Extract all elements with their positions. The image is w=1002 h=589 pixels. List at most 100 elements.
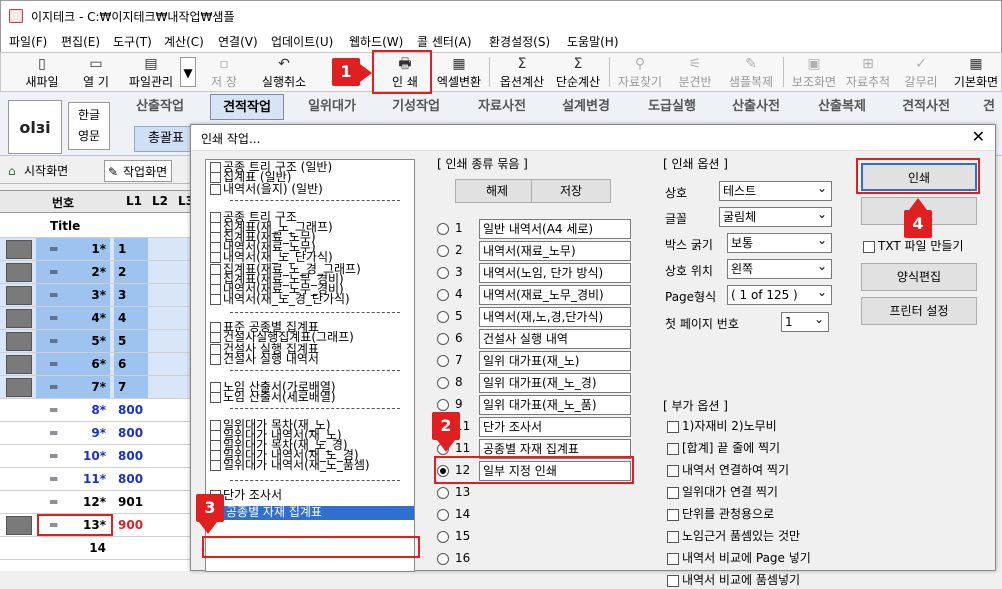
menu-link[interactable]: 연결(V) bbox=[218, 33, 258, 50]
l1-cell[interactable]: 900 bbox=[114, 514, 148, 536]
tab-progress[interactable]: 기성작업 bbox=[380, 94, 452, 120]
print-type-option[interactable]: 6 건설사 실행 내역 bbox=[437, 329, 637, 349]
print-type-name[interactable]: 내역서(노임, 단가 방식) bbox=[479, 263, 631, 283]
row-selector[interactable] bbox=[6, 378, 32, 397]
row-selector[interactable] bbox=[6, 240, 32, 259]
radio-button[interactable] bbox=[437, 553, 449, 565]
print-type-option[interactable]: 5 내역서(재,노,경,단가식) bbox=[437, 307, 637, 327]
radio-button[interactable] bbox=[437, 531, 449, 543]
tree-item[interactable]: 노임 산출서(세로배열) bbox=[210, 391, 336, 404]
first-page-input[interactable]: 1 bbox=[781, 310, 829, 332]
tab-quote-dict[interactable]: 견적사전 bbox=[890, 94, 962, 120]
l1-cell[interactable]: 1 bbox=[114, 238, 148, 260]
simple-calc-button[interactable]: Σ 단순계산 bbox=[551, 53, 605, 91]
print-type-option[interactable]: 8 일위 대가표(재_노_경) bbox=[437, 373, 637, 393]
print-type-name[interactable]: 내역서(재,노,경,단가식) bbox=[479, 307, 631, 327]
l1-cell[interactable]: 800 bbox=[114, 468, 148, 490]
extra-option-checkbox[interactable]: 내역서 연결하여 찍기 bbox=[667, 461, 789, 479]
print-type-option[interactable]: 7 일위 대가표(재_노) bbox=[437, 351, 637, 371]
row-number-cell[interactable]: ═ 9* bbox=[36, 422, 110, 444]
print-type-name[interactable]: 일위 대가표(재_노) bbox=[479, 351, 631, 371]
table-row[interactable]: ═ 12* 901 bbox=[0, 491, 200, 514]
file-manage-button[interactable]: ▤ 파일관리 bbox=[123, 53, 179, 91]
tab-data-dict[interactable]: 자료사전 bbox=[466, 94, 538, 120]
company-select[interactable]: 테스트 bbox=[719, 179, 832, 201]
table-row[interactable]: ═ 10* 800 bbox=[0, 445, 200, 468]
menu-help[interactable]: 도움말(H) bbox=[567, 33, 619, 50]
tree-item[interactable]: 일위대가 내역서(재_노_품셈) bbox=[210, 459, 370, 472]
data-trace-button[interactable]: ⊞ 자료추적 bbox=[841, 53, 895, 91]
form-edit-button[interactable]: 양식편집 bbox=[861, 263, 977, 291]
menu-edit[interactable]: 편집(E) bbox=[61, 33, 100, 50]
l1-cell[interactable]: 7 bbox=[114, 376, 148, 398]
start-screen-button[interactable]: ⌂ 시작화면 bbox=[6, 160, 68, 182]
basic-view-button[interactable]: ▦ 기본화면 bbox=[949, 53, 1002, 91]
tab-unit-price[interactable]: 일위대가 bbox=[296, 94, 368, 120]
tab-quote-work[interactable]: 견적작업 bbox=[210, 94, 284, 120]
tab-more[interactable]: 견 bbox=[976, 94, 1002, 120]
tree-item[interactable]: 건설사 실행 내역서 bbox=[210, 353, 319, 366]
release-button[interactable]: 해제 bbox=[455, 179, 539, 203]
menu-update[interactable]: 업데이트(U) bbox=[271, 33, 333, 50]
menu-callcenter[interactable]: 콜 센터(A) bbox=[417, 33, 472, 50]
tree-item[interactable]: 내역서(을지) (일반) bbox=[210, 183, 323, 196]
lang-korean[interactable]: 한글 bbox=[69, 105, 109, 126]
tab-design-change[interactable]: 설계변경 bbox=[550, 94, 622, 120]
work-screen-button[interactable]: ✎ 작업화면 bbox=[104, 160, 173, 182]
l1-cell[interactable]: 800 bbox=[114, 445, 148, 467]
print-type-option[interactable]: 14 bbox=[437, 505, 637, 525]
row-number-cell[interactable]: ═ 3* bbox=[36, 284, 110, 306]
row-selector[interactable] bbox=[6, 263, 32, 282]
menu-file[interactable]: 파일(F) bbox=[9, 33, 47, 50]
row-number-cell[interactable]: 14 bbox=[36, 537, 110, 559]
print-type-name[interactable]: 일위 대가표(재_노_품) bbox=[479, 395, 631, 415]
printer-setup-button[interactable]: 프린터 설정 bbox=[861, 297, 977, 325]
print-type-option[interactable]: 11 단가 조사서 bbox=[437, 417, 637, 437]
l1-cell[interactable]: 3 bbox=[114, 284, 148, 306]
extra-option-checkbox[interactable]: [합계] 끝 줄에 찍기 bbox=[667, 439, 780, 457]
print-type-name[interactable]: 일위 대가표(재_노_경) bbox=[479, 373, 631, 393]
row-number-cell[interactable]: ═ 5* bbox=[36, 330, 110, 352]
table-row[interactable]: ═ 2* 2 bbox=[0, 261, 200, 284]
l1-cell[interactable]: 5 bbox=[114, 330, 148, 352]
option-calc-button[interactable]: Σ 옵션계산 bbox=[495, 53, 549, 91]
extra-option-checkbox[interactable]: 1)자재비 2)노무비 bbox=[667, 417, 777, 435]
print-type-option[interactable]: 15 bbox=[437, 527, 637, 547]
table-row-title[interactable]: Title bbox=[0, 215, 200, 238]
menu-settings[interactable]: 환경설정(S) bbox=[489, 33, 550, 50]
print-type-option[interactable]: 3 내역서(노임, 단가 방식) bbox=[437, 263, 637, 283]
print-type-option[interactable]: 4 내역서(재료_노무_경비) bbox=[437, 285, 637, 305]
tree-item-selected[interactable]: 공종별 자재 집계표 bbox=[222, 506, 414, 520]
extra-option-checkbox[interactable]: 내역서 비교에 Page 넣기 bbox=[667, 549, 811, 567]
tree-item[interactable]: 내역서(재_노_경_단가식) bbox=[210, 293, 350, 306]
new-file-button[interactable]: ▯ 새파일 bbox=[17, 53, 67, 91]
tab-contract-exec[interactable]: 도급실행 bbox=[636, 94, 708, 120]
row-number-cell[interactable]: ═ 1* bbox=[36, 238, 110, 260]
subtab-summary[interactable]: 총괄표 bbox=[134, 126, 198, 152]
print-tree-list[interactable]: 공종 트리 구조 (일반) 집계표 (일반) 내역서(을지) (일반) 공종 트리 구… bbox=[205, 159, 415, 572]
print-type-option[interactable]: 2 내역서(재료_노무) bbox=[437, 241, 637, 261]
print-type-name[interactable]: 일반 내역서(A4 세로) bbox=[479, 219, 631, 239]
row-selector[interactable] bbox=[6, 355, 32, 374]
l1-cell[interactable]: 2 bbox=[114, 261, 148, 283]
extra-option-checkbox[interactable]: 단위를 관청용으로 bbox=[667, 505, 774, 523]
radio-button[interactable] bbox=[437, 377, 449, 389]
row-number-cell[interactable]: ═ 11* bbox=[36, 468, 110, 490]
l1-cell[interactable]: 800 bbox=[114, 422, 148, 444]
radio-button[interactable] bbox=[437, 245, 449, 257]
close-icon[interactable]: ✕ bbox=[972, 127, 985, 146]
row-number-cell[interactable]: ═ 7* bbox=[36, 376, 110, 398]
extra-option-checkbox[interactable]: 내역서 비교에 품셈넣기 bbox=[667, 571, 800, 589]
page-format-select[interactable]: ( 1 of 125 ) bbox=[727, 283, 832, 305]
open-button[interactable]: ▭ 열 기 bbox=[71, 53, 121, 91]
radio-button[interactable] bbox=[437, 399, 449, 411]
txt-file-checkbox[interactable]: TXT 파일 만들기 bbox=[863, 237, 964, 255]
row-number-cell[interactable]: ═ 2* bbox=[36, 261, 110, 283]
save-group-button[interactable]: 저장 bbox=[531, 179, 611, 203]
row-selector[interactable] bbox=[6, 286, 32, 305]
table-row[interactable]: ═ 5* 5 bbox=[0, 330, 200, 353]
menu-webhard[interactable]: 웹하드(W) bbox=[349, 33, 403, 50]
radio-button[interactable] bbox=[437, 289, 449, 301]
language-switch[interactable]: 한글 영문 bbox=[68, 102, 110, 150]
company-position-select[interactable]: 왼쪽 bbox=[727, 257, 832, 279]
